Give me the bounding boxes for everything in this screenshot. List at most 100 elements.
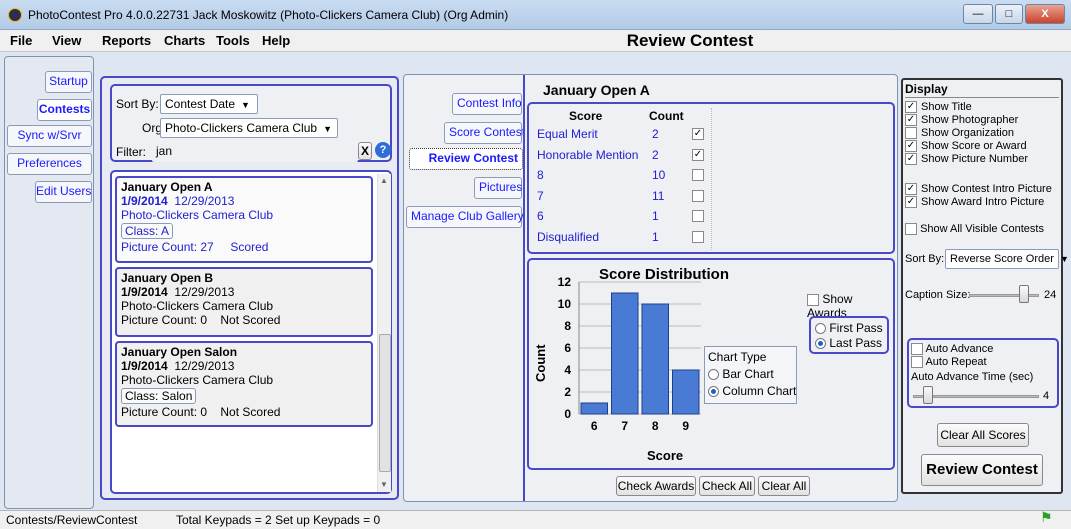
score-row-checkbox[interactable]: ✓ bbox=[692, 149, 704, 161]
help-icon[interactable]: ? bbox=[375, 142, 391, 158]
chart-type-group: Chart Type Bar Chart Column Chart bbox=[704, 346, 797, 404]
contest-date: 1/9/2014 bbox=[121, 285, 168, 299]
display-option-label: Show Contest Intro Picture bbox=[921, 183, 1052, 195]
show-all-option[interactable]: Show All Visible Contests bbox=[905, 223, 1044, 236]
menu-help[interactable]: Help bbox=[262, 33, 290, 48]
contest-card[interactable]: January Open A 1/9/2014 12/29/2013 Photo… bbox=[115, 176, 373, 263]
scroll-up-icon[interactable]: ▲ bbox=[380, 176, 388, 185]
tab-manage-club-gallery[interactable]: Manage Club Gallery bbox=[406, 206, 524, 228]
clear-all-button[interactable]: Clear All bbox=[758, 476, 810, 496]
menu-file[interactable]: File bbox=[10, 33, 32, 48]
menu-bar: File View Reports Charts Tools Help bbox=[0, 30, 1071, 52]
score-row-count: 11 bbox=[652, 189, 665, 203]
bar-chart-radio[interactable] bbox=[708, 369, 719, 381]
display-option[interactable]: ✓ Show Picture Number bbox=[905, 153, 1028, 166]
bar bbox=[580, 402, 608, 415]
first-pass-radio[interactable] bbox=[815, 323, 826, 335]
display-option[interactable]: ✓ Show Title bbox=[905, 101, 972, 114]
close-button[interactable]: X bbox=[1025, 4, 1065, 24]
display-option[interactable]: ✓ Show Award Intro Picture bbox=[905, 196, 1044, 209]
org-select[interactable]: Photo-Clickers Camera Club ▼ bbox=[160, 118, 338, 138]
maximize-button[interactable]: □ bbox=[995, 4, 1023, 24]
display-option-checkbox[interactable]: ✓ bbox=[905, 114, 917, 127]
first-pass-option[interactable]: First Pass bbox=[815, 321, 883, 335]
score-row-checkbox[interactable] bbox=[692, 210, 704, 222]
bar-chart-option[interactable]: Bar Chart bbox=[708, 367, 774, 381]
display-option-checkbox[interactable]: ✓ bbox=[905, 140, 917, 153]
score-row-label: 6 bbox=[537, 209, 544, 223]
display-option-checkbox[interactable]: ✓ bbox=[905, 101, 917, 114]
nav-preferences[interactable]: Preferences bbox=[7, 153, 92, 175]
contest-created-date: 12/29/2013 bbox=[174, 194, 235, 208]
scroll-down-icon[interactable]: ▼ bbox=[380, 480, 388, 489]
contest-list[interactable]: January Open A 1/9/2014 12/29/2013 Photo… bbox=[110, 170, 392, 494]
caption-size-thumb[interactable] bbox=[1018, 285, 1029, 303]
show-awards-checkbox[interactable] bbox=[807, 293, 819, 306]
picture-count: Picture Count: 0 bbox=[121, 405, 208, 419]
column-chart-option[interactable]: Column Chart bbox=[708, 384, 796, 398]
pass-options: First Pass Last Pass bbox=[809, 316, 889, 354]
display-option-checkbox[interactable]: ✓ bbox=[905, 183, 917, 196]
display-option[interactable]: ✓ Show Photographer bbox=[905, 114, 1019, 127]
tab-pictures[interactable]: Pictures bbox=[474, 177, 522, 199]
display-option[interactable]: ✓ Show Contest Intro Picture bbox=[905, 183, 1052, 196]
y-tick-label: 8 bbox=[564, 319, 571, 333]
sort-by-select[interactable]: Contest Date ▼ bbox=[160, 94, 258, 114]
display-sort-select[interactable]: Reverse Score Order ▼ bbox=[945, 249, 1069, 269]
left-nav-panel: Startup Contests Sync w/Srvr Preferences… bbox=[4, 56, 94, 509]
chevron-down-icon: ▼ bbox=[1059, 254, 1069, 264]
auto-advance-option[interactable]: Auto Advance bbox=[911, 343, 993, 356]
nav-sync[interactable]: Sync w/Srvr bbox=[7, 125, 92, 147]
minimize-button[interactable]: — bbox=[963, 4, 993, 24]
menu-view[interactable]: View bbox=[52, 33, 81, 48]
clear-filter-button[interactable]: X bbox=[358, 142, 372, 160]
tab-contest-info[interactable]: Contest Info bbox=[452, 93, 522, 115]
score-row-checkbox[interactable] bbox=[692, 169, 704, 181]
tab-review-contest[interactable]: Review Contest bbox=[409, 148, 523, 170]
score-header: Score bbox=[569, 109, 603, 123]
auto-repeat-option[interactable]: Auto Repeat bbox=[911, 356, 987, 369]
chevron-down-icon: ▼ bbox=[241, 100, 250, 110]
auto-time-thumb[interactable] bbox=[923, 386, 934, 404]
score-row-label: Equal Merit bbox=[537, 127, 598, 141]
display-option[interactable]: ✓ Show Score or Award bbox=[905, 140, 1027, 153]
y-tick-label: 4 bbox=[564, 363, 571, 377]
score-row-checkbox[interactable] bbox=[692, 231, 704, 243]
nav-contests[interactable]: Contests bbox=[37, 99, 92, 121]
auto-advance-checkbox[interactable] bbox=[911, 343, 923, 356]
display-option-checkbox[interactable] bbox=[905, 127, 917, 140]
chart-panel: Score Distribution Count Score 0 2 4 6 8 10 12… bbox=[527, 258, 895, 470]
list-scrollbar[interactable]: ▲ ▼ bbox=[377, 174, 391, 492]
tab-score-contest[interactable]: Score Contest bbox=[444, 122, 525, 144]
review-contest-button[interactable]: Review Contest bbox=[921, 454, 1043, 486]
display-option[interactable]: Show Organization bbox=[905, 127, 1014, 140]
filter-box: Sort By: Contest Date ▼ Org: Photo-Clicke… bbox=[110, 84, 392, 162]
display-option-checkbox[interactable]: ✓ bbox=[905, 153, 917, 166]
menu-charts[interactable]: Charts bbox=[164, 33, 205, 48]
y-tick-label: 6 bbox=[564, 341, 571, 355]
check-all-button[interactable]: Check All bbox=[699, 476, 755, 496]
score-row-checkbox[interactable]: ✓ bbox=[692, 128, 704, 140]
y-tick-label: 0 bbox=[564, 407, 571, 421]
menu-tools[interactable]: Tools bbox=[216, 33, 250, 48]
last-pass-radio[interactable] bbox=[815, 338, 826, 350]
column-chart-radio[interactable] bbox=[708, 386, 719, 398]
score-row-checkbox[interactable] bbox=[692, 190, 704, 202]
show-all-checkbox[interactable] bbox=[905, 223, 917, 236]
column-chart-label: Column Chart bbox=[722, 384, 797, 398]
contest-card[interactable]: January Open Salon 1/9/2014 12/29/2013 P… bbox=[115, 341, 373, 427]
filter-label: Filter: bbox=[116, 145, 146, 159]
nav-startup[interactable]: Startup bbox=[45, 71, 92, 93]
scroll-thumb[interactable] bbox=[379, 334, 391, 472]
menu-reports[interactable]: Reports bbox=[102, 33, 151, 48]
contest-card[interactable]: January Open B 1/9/2014 12/29/2013 Photo… bbox=[115, 267, 373, 337]
display-option-checkbox[interactable]: ✓ bbox=[905, 196, 917, 209]
check-awards-button[interactable]: Check Awards bbox=[616, 476, 696, 496]
nav-edit-users[interactable]: Edit Users bbox=[35, 181, 92, 203]
auto-repeat-checkbox[interactable] bbox=[911, 356, 923, 369]
clear-all-scores-button[interactable]: Clear All Scores bbox=[937, 423, 1029, 447]
last-pass-option[interactable]: Last Pass bbox=[815, 336, 882, 350]
status-path: Contests/ReviewContest bbox=[6, 513, 138, 527]
display-option-label: Show Photographer bbox=[921, 114, 1019, 126]
filter-input[interactable]: jan bbox=[152, 142, 358, 162]
